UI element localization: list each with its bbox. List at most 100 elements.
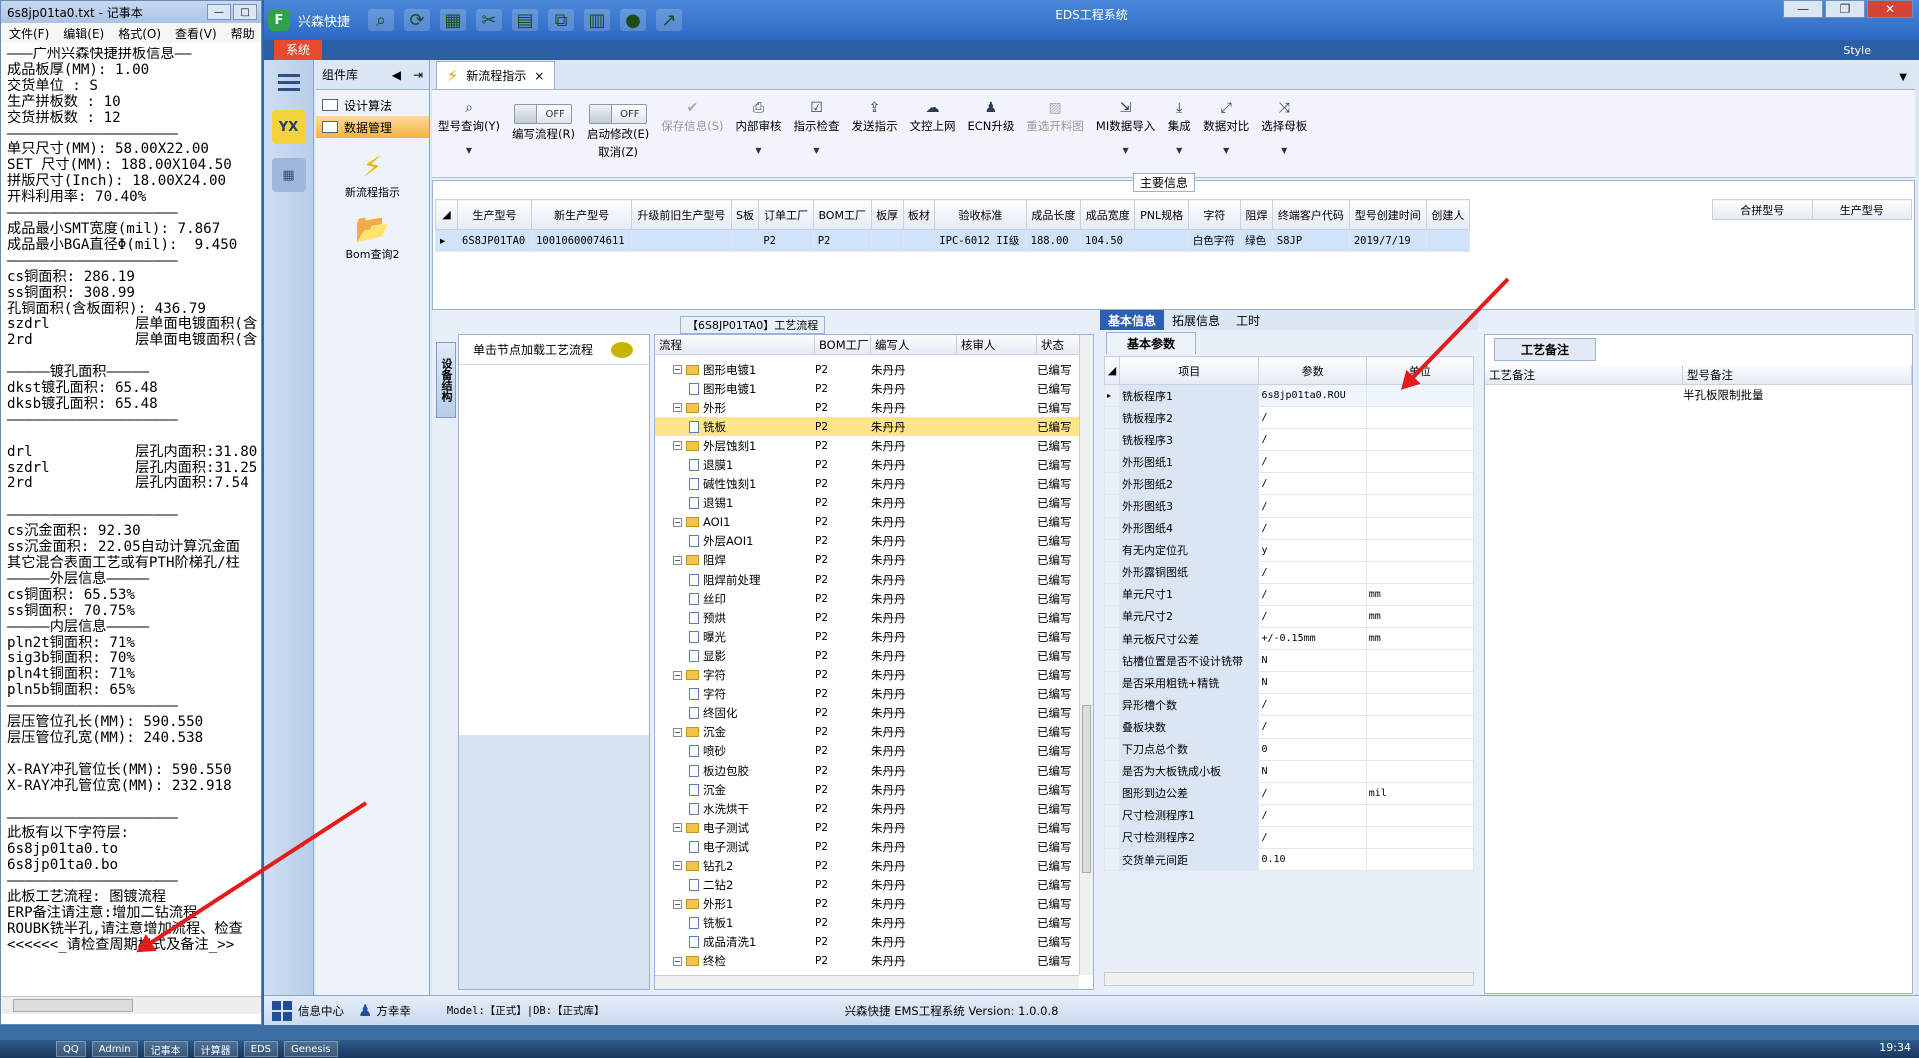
tree-row[interactable]: 丝印 P2 朱丹丹 已编写: [655, 589, 1093, 608]
taskbar-item[interactable]: 记事本: [143, 1041, 188, 1057]
param-unit-cell[interactable]: [1365, 847, 1475, 872]
table-cell[interactable]: [1425, 229, 1471, 252]
collapse-toggle-icon[interactable]: −: [673, 899, 682, 909]
tree-row[interactable]: 铣板 P2 朱丹丹 已编写: [655, 417, 1093, 437]
send-instruction-button[interactable]: ⇪ 发送指示: [846, 100, 904, 134]
param-row[interactable]: 外形图纸4/: [1103, 516, 1475, 540]
param-unit-cell[interactable]: mm: [1365, 582, 1475, 606]
equipment-structure-tab[interactable]: 设备结构: [436, 342, 456, 418]
tree-row[interactable]: − 沉金 P2 朱丹丹 已编写: [655, 723, 1093, 742]
table-cell[interactable]: 188.00: [1025, 229, 1082, 252]
param-value-cell[interactable]: y: [1258, 538, 1367, 562]
user-icon[interactable]: ●: [620, 9, 647, 31]
collapse-left-icon[interactable]: ◀: [392, 68, 401, 82]
param-row[interactable]: 图形到边公差 / mil: [1103, 781, 1475, 805]
hamburger-menu-icon[interactable]: [272, 68, 306, 96]
param-unit-cell[interactable]: [1365, 671, 1475, 695]
component-design-algorithm[interactable]: 设计算法: [316, 94, 429, 116]
taskbar-item[interactable]: Genesis: [284, 1041, 338, 1057]
param-row[interactable]: 尺寸检测程序1/: [1103, 803, 1475, 827]
tree-row[interactable]: − 图形电镀1 P2 朱丹丹 已编写: [655, 360, 1093, 379]
tree-row[interactable]: 预烘 P2 朱丹丹 已编写: [655, 608, 1093, 627]
film-icon[interactable]: ▤: [512, 9, 539, 31]
tree-row[interactable]: 字符 P2 朱丹丹 已编写: [655, 685, 1093, 704]
param-unit-cell[interactable]: [1365, 406, 1475, 430]
mi-import-button[interactable]: ⇲ MI数据导入 ▼: [1090, 100, 1161, 155]
maximize-button[interactable]: □: [233, 4, 257, 20]
tree-row[interactable]: 退锡1 P2 朱丹丹 已编写: [655, 494, 1093, 513]
param-value-cell[interactable]: N: [1258, 759, 1367, 783]
taskbar-item[interactable]: Admin: [91, 1041, 138, 1057]
tab-process-notes[interactable]: 工艺备注: [1494, 338, 1597, 361]
param-row[interactable]: 是否为大板铣成小板 N: [1103, 759, 1475, 783]
collapse-toggle-icon[interactable]: −: [673, 956, 682, 966]
param-value-cell[interactable]: 6s8jp01ta0.ROU: [1258, 383, 1367, 408]
tree-row[interactable]: 显影 P2 朱丹丹 已编写: [655, 646, 1093, 665]
tree-row[interactable]: − 阻焊 P2 朱丹丹 已编写: [655, 551, 1093, 570]
close-tab-icon[interactable]: ×: [534, 69, 544, 83]
tree-row[interactable]: 电子测试 P2 朱丹丹 已编写: [655, 837, 1093, 856]
param-unit-cell[interactable]: mm: [1365, 627, 1475, 651]
taskbar-item[interactable]: EDS: [243, 1041, 278, 1057]
flow-hint[interactable]: 单击节点加载工艺流程: [459, 335, 649, 365]
param-unit-cell[interactable]: [1365, 715, 1475, 739]
collapse-toggle-icon[interactable]: −: [673, 517, 682, 527]
param-row[interactable]: 是否采用粗铣+精铣 N: [1103, 671, 1475, 695]
type-query-button[interactable]: ⌕ 型号查询(Y) ▼: [432, 100, 506, 155]
table-cell[interactable]: 10010600074611: [531, 229, 633, 252]
puzzle-icon[interactable]: ⧉: [548, 9, 575, 31]
param-value-cell[interactable]: /: [1258, 604, 1367, 629]
table-icon[interactable]: ▥: [584, 9, 611, 31]
column-header[interactable]: 生产型号: [456, 199, 533, 230]
table-cell[interactable]: [631, 229, 732, 252]
param-unit-cell[interactable]: [1365, 693, 1475, 717]
search-icon[interactable]: ⌕: [368, 9, 395, 31]
param-unit-cell[interactable]: mm: [1365, 604, 1475, 629]
param-row[interactable]: 下刀点总个数 0: [1103, 737, 1475, 761]
start-modify-toggle[interactable]: OFF 启动修改(E) 取消(Z): [581, 100, 655, 160]
table-cell[interactable]: 绿色: [1240, 229, 1273, 252]
param-unit-cell[interactable]: [1365, 428, 1475, 452]
param-value-cell[interactable]: 0.10: [1258, 847, 1367, 872]
param-value-cell[interactable]: /: [1258, 560, 1367, 584]
column-header[interactable]: 终端客户代码: [1271, 199, 1350, 230]
scissors-icon[interactable]: ✂: [476, 9, 503, 31]
param-row[interactable]: 异形槽个数 /: [1103, 693, 1475, 717]
param-unit-cell[interactable]: [1365, 450, 1475, 474]
column-header[interactable]: 升级前旧生产型号: [631, 199, 732, 230]
collapse-toggle-icon[interactable]: −: [673, 403, 682, 413]
write-flow-toggle[interactable]: OFF 编写流程(R): [506, 100, 581, 142]
param-row[interactable]: 交货单元间距 0.10: [1103, 847, 1475, 872]
param-unit-cell[interactable]: [1365, 649, 1475, 673]
table-cell[interactable]: 2019/7/19: [1348, 229, 1427, 252]
table-cell[interactable]: 白色字符: [1187, 229, 1242, 252]
column-header[interactable]: 字符: [1187, 199, 1242, 230]
param-row[interactable]: 叠板块数 /: [1103, 715, 1475, 739]
tree-row[interactable]: − 外形 P2 朱丹丹 已编写: [655, 398, 1093, 417]
column-header[interactable]: S板: [730, 199, 760, 230]
param-value-cell[interactable]: N: [1258, 671, 1367, 695]
table-cell[interactable]: 6S8JP01TA0: [456, 229, 533, 252]
collapse-toggle-icon[interactable]: −: [673, 727, 682, 737]
model-note-value[interactable]: 半孔板限制批量: [1683, 387, 1764, 403]
menu-help[interactable]: 帮助: [231, 25, 255, 42]
collapse-toggle-icon[interactable]: −: [673, 823, 682, 833]
tree-row[interactable]: − 钻孔2 P2 朱丹丹 已编写: [655, 856, 1093, 875]
param-value-cell[interactable]: N: [1258, 649, 1367, 673]
select-mother-board-button[interactable]: ⤨ 选择母板 ▼: [1255, 100, 1313, 155]
table-row[interactable]: ▸ 6S8JP01TA0 10010600074611 P2 P2 IPC-6012 II…: [435, 229, 1471, 252]
param-row[interactable]: 单元尺寸2/mm: [1103, 604, 1475, 629]
tree-hscrollbar[interactable]: [655, 975, 1079, 989]
collapse-toggle-icon[interactable]: −: [673, 441, 682, 451]
param-row[interactable]: 外形图纸3/: [1103, 494, 1475, 518]
internal-review-button[interactable]: ⎙ 内部审核 ▼: [730, 100, 788, 155]
param-value-cell[interactable]: 0: [1258, 737, 1367, 761]
menu-format[interactable]: 格式(O): [118, 25, 161, 42]
menu-file[interactable]: 文件(F): [9, 25, 49, 42]
collapse-toggle-icon[interactable]: −: [673, 365, 682, 375]
param-unit-cell[interactable]: [1365, 383, 1475, 408]
notepad-hscrollbar[interactable]: [1, 996, 261, 1014]
column-header[interactable]: BOM工厂: [812, 199, 872, 230]
param-unit-cell[interactable]: [1365, 516, 1475, 540]
minimize-button[interactable]: —: [207, 4, 231, 20]
